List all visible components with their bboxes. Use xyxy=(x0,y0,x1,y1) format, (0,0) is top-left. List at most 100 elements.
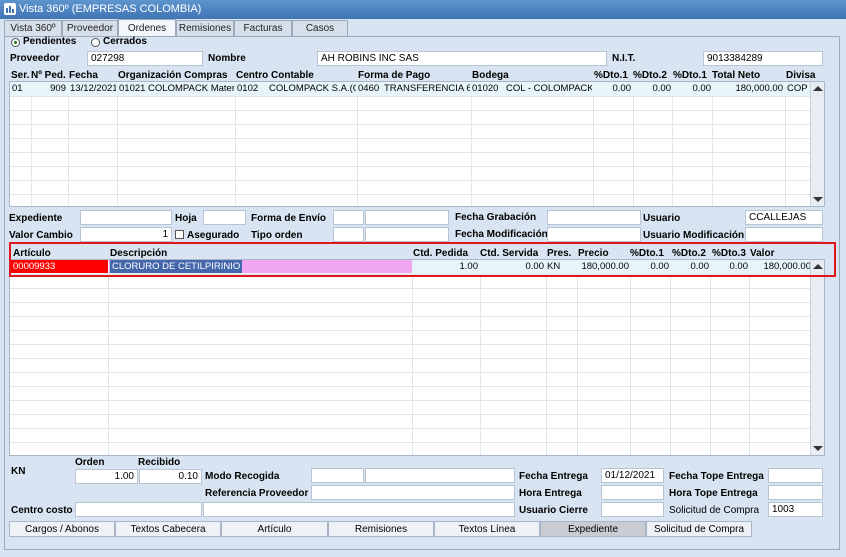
scroll-down-icon[interactable] xyxy=(813,197,823,202)
articulo-button[interactable]: Artículo xyxy=(221,521,328,537)
usuario-modificacion-label: Usuario Modificación xyxy=(643,230,745,241)
row-ser: 01 xyxy=(12,83,23,94)
forma-envio-label: Forma de Envío xyxy=(251,213,327,224)
nit-field[interactable]: 9013384289 xyxy=(703,51,823,66)
row-divisa: COP xyxy=(787,83,808,94)
expediente-button[interactable]: Expediente xyxy=(540,521,646,537)
valor-cambio-field[interactable]: 1 xyxy=(80,227,172,242)
usuario-label: Usuario xyxy=(643,213,681,224)
recibido-field[interactable]: 0.10 xyxy=(139,469,202,484)
app-icon xyxy=(4,3,16,15)
valor-cambio-label: Valor Cambio xyxy=(9,230,73,241)
row-bodega-code: 01020 xyxy=(472,83,499,94)
forma-envio-field[interactable] xyxy=(365,210,449,225)
recibido-label: Recibido xyxy=(138,457,181,468)
fecha-modificacion-label: Fecha Modificación xyxy=(455,229,548,240)
forma-envio-code[interactable] xyxy=(333,210,364,225)
tab-facturas[interactable]: Facturas xyxy=(234,20,292,36)
tipo-orden-field[interactable] xyxy=(365,227,449,242)
pendientes-label: Pendientes xyxy=(23,36,77,47)
tipo-orden-label: Tipo orden xyxy=(251,230,303,241)
modo-recogida-label: Modo Recogida xyxy=(205,471,280,482)
col-total: Total Neto xyxy=(712,70,761,81)
hoja-label: Hoja xyxy=(175,213,197,224)
hora-entrega-field[interactable] xyxy=(601,485,664,500)
row-centro-name: COLOMPACK S.A.(CC xyxy=(269,83,356,94)
modo-recogida-field[interactable] xyxy=(365,468,515,483)
tab-proveedor[interactable]: Proveedor xyxy=(62,20,118,36)
solicitud-compra-button[interactable]: Solicitud de Compra xyxy=(646,521,752,537)
expediente-label: Expediente xyxy=(9,213,63,224)
col-dto2: %Dto.2 xyxy=(633,70,667,81)
nit-label: N.I.T. xyxy=(612,53,636,64)
orders-grid[interactable]: 01 909 13/12/2021 01021 COLOMPACK Materi… xyxy=(9,81,825,207)
col-ser: Ser. xyxy=(11,70,30,81)
ref-proveedor-label: Referencia Proveedor xyxy=(205,488,309,499)
col-bodega: Bodega xyxy=(472,70,509,81)
row-bodega: COL - COLOMPACK xyxy=(506,83,592,94)
kn-label: KN xyxy=(11,466,26,477)
row-dto2: 0.00 xyxy=(652,83,672,94)
centro-costo-label: Centro costo xyxy=(11,505,73,516)
scroll-down-icon[interactable] xyxy=(813,446,823,451)
proveedor-field[interactable]: 027298 xyxy=(87,51,203,66)
centro-costo-field[interactable] xyxy=(203,502,515,517)
row-centro: 0102 xyxy=(237,83,259,94)
nombre-field[interactable]: AH ROBINS INC SAS xyxy=(317,51,607,66)
lines-grid[interactable]: 00009933 CLORURO DE CETILPIRINIO 1.00 0.… xyxy=(9,259,825,456)
col-dto1b: %Dto.1 xyxy=(673,70,707,81)
orden-field[interactable]: 1.00 xyxy=(75,469,138,484)
ref-proveedor-field[interactable] xyxy=(311,485,515,500)
hora-entrega-label: Hora Entrega xyxy=(519,488,582,499)
col-centro: Centro Contable xyxy=(236,70,314,81)
row-fecha: 13/12/2021 xyxy=(70,83,116,94)
fecha-entrega-label: Fecha Entrega xyxy=(519,471,588,482)
lines-scrollbar[interactable] xyxy=(810,260,824,455)
modo-recogida-code[interactable] xyxy=(311,468,364,483)
fecha-modificacion-field[interactable] xyxy=(547,227,641,242)
asegurado-label: Asegurado xyxy=(187,230,240,241)
col-forma: Forma de Pago xyxy=(358,70,431,81)
hoja-field[interactable] xyxy=(203,210,246,225)
fecha-entrega-field[interactable]: 01/12/2021 xyxy=(601,468,664,483)
radio-pendientes[interactable] xyxy=(11,38,20,47)
tab-casos[interactable]: Casos xyxy=(292,20,348,36)
solicitud-compra-label: Solicitud de Compra xyxy=(669,505,760,516)
centro-costo-code[interactable] xyxy=(75,502,202,517)
asegurado-checkbox[interactable] xyxy=(175,230,184,239)
cargos-abonos-button[interactable]: Cargos / Abonos xyxy=(9,521,115,537)
fecha-grabacion-field[interactable] xyxy=(547,210,641,225)
highlight-frame xyxy=(9,242,836,277)
hora-tope-field[interactable] xyxy=(768,485,823,500)
tipo-orden-code[interactable] xyxy=(333,227,364,242)
tab-ordenes[interactable]: Ordenes xyxy=(118,19,176,37)
textos-linea-button[interactable]: Textos Línea xyxy=(434,521,540,537)
cerrados-label: Cerrados xyxy=(103,36,147,47)
usuario-cierre-field[interactable] xyxy=(601,502,664,517)
row-dto1b: 0.00 xyxy=(692,83,712,94)
table-row[interactable]: 01 909 13/12/2021 01021 COLOMPACK Materi… xyxy=(10,82,812,96)
tab-vista-360[interactable]: Vista 360º xyxy=(4,20,62,36)
window-title: Vista 360º (EMPRESAS COLOMBIA) xyxy=(19,3,202,15)
fecha-tope-label: Fecha Tope Entrega xyxy=(669,471,764,482)
hora-tope-label: Hora Tope Entrega xyxy=(669,488,758,499)
row-forma-code: 0460 xyxy=(358,83,380,94)
fecha-tope-field[interactable] xyxy=(768,468,823,483)
orden-label: Orden xyxy=(75,457,105,468)
tab-remisiones[interactable]: Remisiones xyxy=(176,20,234,36)
row-dto1: 0.00 xyxy=(612,83,632,94)
nombre-label: Nombre xyxy=(208,53,246,64)
fecha-grabacion-label: Fecha Grabación xyxy=(455,212,537,223)
orders-scrollbar[interactable] xyxy=(810,82,824,206)
row-org: 01021 COLOMPACK Materias xyxy=(119,83,234,94)
expediente-field[interactable] xyxy=(80,210,172,225)
usuario-modificacion-field[interactable] xyxy=(745,227,823,242)
usuario-field[interactable]: CCALLEJAS xyxy=(745,210,823,225)
scroll-up-icon[interactable] xyxy=(813,86,823,91)
col-divisa: Divisa xyxy=(786,70,816,81)
col-fecha: Fecha xyxy=(69,70,98,81)
solicitud-compra-field[interactable]: 1003 xyxy=(768,502,823,517)
radio-cerrados[interactable] xyxy=(91,38,100,47)
remisiones-button[interactable]: Remisiones xyxy=(328,521,434,537)
textos-cabecera-button[interactable]: Textos Cabecera xyxy=(115,521,221,537)
